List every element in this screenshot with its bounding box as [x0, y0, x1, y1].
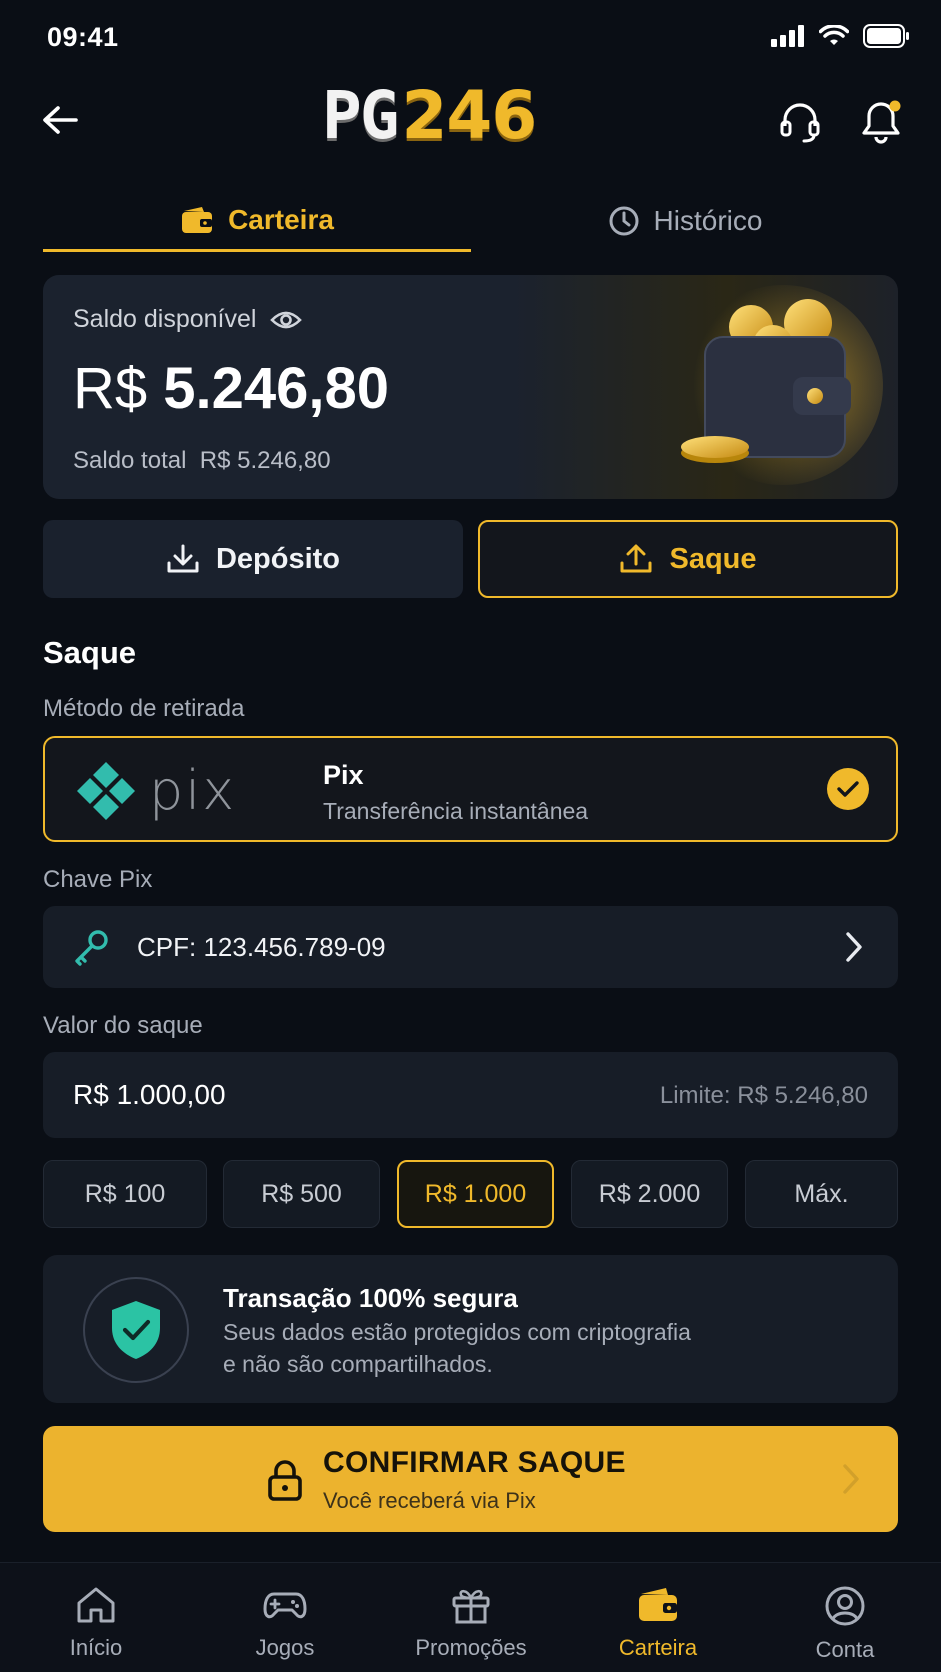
section-title: Saque [43, 635, 137, 670]
key-icon [75, 930, 108, 966]
tab-historico-label: Histórico [653, 205, 763, 236]
nav-promocoes[interactable]: Promoções [396, 1585, 546, 1661]
shield-badge [83, 1277, 189, 1383]
selected-check-icon [827, 768, 869, 810]
amount-limit: Limite: R$ 5.246,80 [659, 1082, 868, 1109]
balance-card: Saldo disponível R$ 5.246,80 Saldo total… [43, 275, 898, 499]
deposit-label: Depósito [215, 542, 341, 575]
battery-icon [863, 24, 909, 48]
nav-carteira[interactable]: Carteira [583, 1585, 733, 1661]
withdraw-button[interactable]: Saque [478, 520, 898, 598]
nav-inicio-label: Início [69, 1635, 123, 1660]
quick-amount-1000[interactable]: R$ 1.000 [397, 1160, 554, 1228]
logo-text-246: 246 [401, 76, 537, 154]
back-button[interactable] [36, 96, 84, 144]
pix-logo: pix [73, 758, 236, 822]
pix-key-selector[interactable]: CPF: 123.456.789-09 [43, 906, 898, 988]
nav-jogos[interactable]: Jogos [210, 1585, 360, 1661]
download-icon [167, 544, 199, 573]
amount-field[interactable]: R$ 1.000,00 Limite: R$ 5.246,80 [43, 1052, 898, 1138]
tab-carteira[interactable]: Carteira [43, 190, 471, 252]
method-label: Método de retirada [43, 695, 245, 722]
arrow-left-icon [43, 106, 78, 134]
quick-amount-max[interactable]: Máx. [745, 1160, 898, 1228]
headset-icon [780, 103, 820, 143]
pix-key-label: Chave Pix [43, 866, 153, 893]
bottom-navigation: Início Jogos Promoções Carteira Conta [0, 1562, 941, 1672]
security-text-line2: e não são compartilhados. [223, 1351, 493, 1377]
nav-promocoes-label: Promoções [415, 1635, 527, 1660]
withdraw-label: Saque [669, 542, 757, 575]
home-icon [77, 1587, 115, 1623]
nav-conta-label: Conta [815, 1637, 875, 1662]
brand-logo: PG 246 [322, 77, 537, 154]
nav-carteira-label: Carteira [618, 1635, 698, 1660]
confirm-subtitle: Você receberá via Pix [323, 1488, 536, 1513]
deposit-button[interactable]: Depósito [43, 520, 463, 598]
user-icon [825, 1586, 865, 1626]
nav-inicio[interactable]: Início [21, 1585, 171, 1661]
tab-historico[interactable]: Histórico [471, 190, 899, 252]
pix-method-option[interactable]: pix Pix Transferência instantânea [43, 736, 898, 842]
balance-label-row: Saldo disponível [73, 305, 303, 334]
gamepad-icon [263, 1592, 307, 1619]
pix-diamond-icon [77, 762, 135, 820]
pix-key-value: CPF: 123.456.789-09 [137, 932, 386, 962]
upload-icon [620, 544, 652, 573]
confirm-withdraw-button[interactable]: CONFIRMAR SAQUE Você receberá via Pix [43, 1426, 898, 1532]
amount-label: Valor do saque [43, 1012, 203, 1039]
quick-amount-100[interactable]: R$ 100 [43, 1160, 207, 1228]
amount-value: R$ 1.000,00 [73, 1079, 226, 1110]
bell-icon [862, 100, 901, 144]
balance-currency: R$ [73, 356, 148, 421]
balance-value: R$ 5.246,80 [73, 355, 389, 422]
tab-carteira-label: Carteira [228, 203, 334, 235]
shield-check-icon [112, 1301, 160, 1359]
wifi-icon [819, 25, 849, 45]
support-button[interactable] [774, 96, 826, 148]
status-icons [771, 24, 909, 48]
nav-jogos-label: Jogos [255, 1635, 315, 1660]
wallet-icon [182, 206, 213, 233]
nav-conta[interactable]: Conta [770, 1585, 920, 1663]
security-card: Transação 100% segura Seus dados estão p… [43, 1255, 898, 1403]
clock-icon [609, 206, 639, 236]
method-name: Pix [323, 760, 364, 790]
eye-icon[interactable] [270, 309, 303, 331]
notifications-button[interactable] [855, 96, 907, 148]
balance-total: Saldo total R$ 5.246,80 [73, 447, 331, 475]
signal-icon [771, 25, 804, 47]
pix-wordmark: pix [149, 758, 237, 822]
confirm-title: CONFIRMAR SAQUE [323, 1446, 626, 1479]
chevron-right-icon [846, 932, 862, 962]
balance-total-value: R$ 5.246,80 [199, 447, 331, 474]
security-title: Transação 100% segura [223, 1283, 518, 1313]
logo-text-pg: PG [322, 76, 399, 154]
method-description: Transferência instantânea [323, 798, 589, 824]
gift-icon [452, 1589, 490, 1624]
quick-amount-500[interactable]: R$ 500 [223, 1160, 380, 1228]
lock-icon [268, 1460, 302, 1501]
chevron-right-icon [843, 1464, 859, 1494]
wallet-coins-illustration [681, 285, 883, 485]
wallet-icon [639, 1588, 677, 1621]
balance-label: Saldo disponível [73, 305, 257, 333]
security-text-line1: Seus dados estão protegidos com criptogr… [223, 1319, 691, 1345]
balance-amount: 5.246,80 [163, 356, 390, 421]
balance-total-label: Saldo total [73, 447, 187, 474]
status-time: 09:41 [47, 22, 119, 52]
quick-amount-2000[interactable]: R$ 2.000 [571, 1160, 728, 1228]
